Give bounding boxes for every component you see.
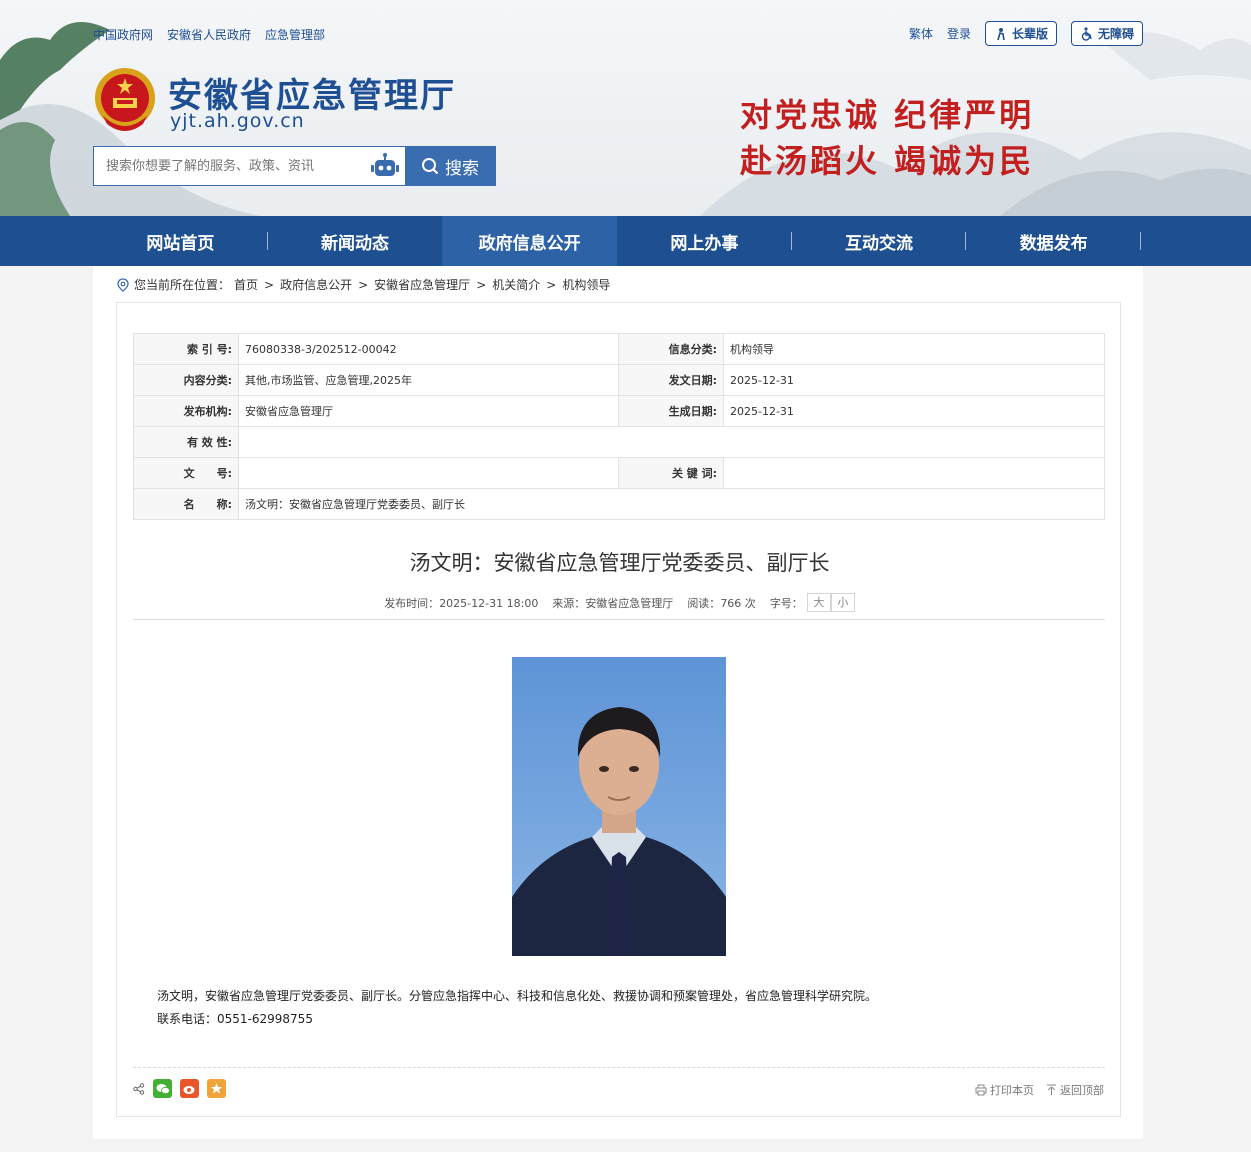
meta-content-value: 其他,市场监管、应急管理,2025年	[238, 364, 619, 396]
meta-org-value: 安徽省应急管理厅	[238, 395, 619, 427]
search-box: 搜索	[93, 146, 496, 186]
meta-keywords-value	[723, 457, 1105, 489]
slogan-line-1: 对党忠诚 纪律严明	[740, 96, 1035, 134]
meta-gen-date-value: 2025-12-31	[723, 395, 1105, 427]
meta-docno-label: 文 号:	[133, 457, 239, 489]
search-input[interactable]	[94, 147, 365, 185]
meta-validity-label: 有 效 性:	[133, 426, 239, 458]
share-icon	[133, 1082, 145, 1095]
article-body: 汤文明，安徽省应急管理厅党委委员、副厅长。分管应急指挥中心、科技和信息化处、救援…	[157, 985, 1077, 1031]
search-button-label: 搜索	[445, 158, 479, 179]
title-divider	[133, 619, 1105, 620]
login-link[interactable]: 登录	[947, 25, 971, 42]
site-header: 中国政府网 安徽省人民政府 应急管理部 繁体 登录 长辈版 无障碍 安徽省应急管…	[0, 0, 1251, 216]
traditional-chinese-link[interactable]: 繁体	[909, 25, 933, 42]
publish-time: 发布时间：2025-12-31 18:00	[384, 596, 539, 610]
meta-gen-date-label: 生成日期:	[618, 395, 724, 427]
elder-mode-label: 长辈版	[1011, 27, 1048, 41]
font-size-label: 字号：	[769, 596, 803, 610]
link-mem[interactable]: 应急管理部	[265, 26, 325, 43]
meta-docno-value	[238, 457, 619, 489]
meta-name-value: 汤文明：安徽省应急管理厅党委委员、副厅长	[238, 488, 1105, 520]
national-emblem-icon	[95, 68, 155, 131]
page-tools: 打印本页 返回顶部	[975, 1082, 1104, 1098]
meta-issue-date-label: 发文日期:	[618, 364, 724, 396]
meta-org-label: 发布机构:	[133, 395, 239, 427]
meta-name-label: 名 称:	[133, 488, 239, 520]
robot-assistant-icon[interactable]	[365, 147, 405, 185]
wheelchair-icon	[1081, 26, 1092, 41]
link-gov-cn[interactable]: 中国政府网	[93, 26, 153, 43]
breadcrumb-gov-info[interactable]: 政府信息公开	[280, 276, 352, 293]
favorite-star-icon[interactable]	[207, 1079, 226, 1098]
site-url: yjt.ah.gov.cn	[170, 110, 305, 132]
breadcrumb-leaders[interactable]: 机构领导	[562, 276, 610, 293]
nav-gov-info[interactable]: 政府信息公开	[442, 216, 618, 266]
nav-interaction[interactable]: 互动交流	[792, 216, 967, 266]
nav-home[interactable]: 网站首页	[93, 216, 268, 266]
arrow-up-icon	[1047, 1084, 1056, 1095]
back-to-top-label: 返回顶部	[1060, 1084, 1104, 1097]
article-info: 发布时间：2025-12-31 18:00 来源：安徽省应急管理厅 阅读：766…	[117, 593, 1122, 612]
breadcrumb-department[interactable]: 安徽省应急管理厅	[374, 276, 470, 293]
article-card: 索 引 号: 76080338-3/202512-00042 信息分类: 机构领…	[116, 302, 1121, 1117]
nav-news[interactable]: 新闻动态	[268, 216, 443, 266]
footer-divider	[133, 1067, 1105, 1068]
printer-icon	[975, 1084, 987, 1096]
breadcrumb-intro[interactable]: 机关简介	[492, 276, 540, 293]
main-nav: 网站首页 新闻动态 政府信息公开 网上办事 互动交流 数据发布	[0, 216, 1251, 266]
font-big-button[interactable]: 大	[806, 593, 831, 612]
nav-online-service[interactable]: 网上办事	[617, 216, 792, 266]
top-right-tools: 繁体 登录 长辈版 无障碍	[909, 21, 1143, 46]
search-icon	[422, 158, 439, 175]
meta-content-label: 内容分类:	[133, 364, 239, 396]
meta-issue-date-value: 2025-12-31	[723, 364, 1105, 396]
wechat-share-icon[interactable]	[153, 1079, 172, 1098]
link-anhui-gov[interactable]: 安徽省人民政府	[167, 26, 251, 43]
font-size-switch: 大 小	[806, 593, 855, 612]
article-title: 汤文明：安徽省应急管理厅党委委员、副厅长	[409, 551, 830, 575]
meta-index-label: 索 引 号:	[133, 333, 239, 365]
breadcrumb-prefix: 您当前所在位置：	[134, 278, 231, 292]
accessibility-label: 无障碍	[1097, 27, 1134, 41]
font-small-button[interactable]: 小	[830, 593, 855, 612]
meta-category-label: 信息分类:	[618, 333, 724, 365]
top-links: 中国政府网 安徽省人民政府 应急管理部	[93, 26, 325, 43]
print-button[interactable]: 打印本页	[975, 1082, 1034, 1098]
meta-validity-value	[238, 426, 1105, 458]
location-pin-icon	[117, 277, 129, 292]
breadcrumb-home[interactable]: 首页	[234, 276, 258, 293]
info-disclosure-table: 索 引 号: 76080338-3/202512-00042 信息分类: 机构领…	[133, 333, 1105, 520]
leader-portrait	[512, 657, 726, 956]
meta-category-value: 机构领导	[723, 333, 1105, 365]
meta-keywords-label: 关 键 词:	[618, 457, 724, 489]
article-source: 来源：安徽省应急管理厅	[552, 596, 674, 610]
elder-mode-button[interactable]: 长辈版	[984, 21, 1057, 46]
print-label: 打印本页	[990, 1084, 1034, 1097]
article-paragraph-2: 联系电话：0551-62998755	[157, 1012, 313, 1026]
search-button[interactable]: 搜索	[405, 147, 495, 185]
meta-index-value: 76080338-3/202512-00042	[238, 333, 619, 365]
slogan-line-2: 赴汤蹈火 竭诚为民	[740, 142, 1035, 180]
breadcrumb: 您当前所在位置： 首页 > 政府信息公开 > 安徽省应急管理厅 > 机关简介 > 机构领…	[116, 276, 610, 293]
share-bar	[133, 1079, 226, 1098]
accessibility-button[interactable]: 无障碍	[1070, 21, 1143, 46]
weibo-share-icon[interactable]	[180, 1079, 199, 1098]
article-paragraph-1: 汤文明，安徽省应急管理厅党委委员、副厅长。分管应急指挥中心、科技和信息化处、救援…	[157, 989, 878, 1003]
read-count: 阅读：766 次	[687, 596, 756, 610]
nav-data-release[interactable]: 数据发布	[966, 216, 1141, 266]
elder-icon	[997, 27, 1005, 40]
slogan: 对党忠诚 纪律严明 赴汤蹈火 竭诚为民	[740, 92, 1034, 184]
back-to-top-button[interactable]: 返回顶部	[1046, 1082, 1104, 1098]
